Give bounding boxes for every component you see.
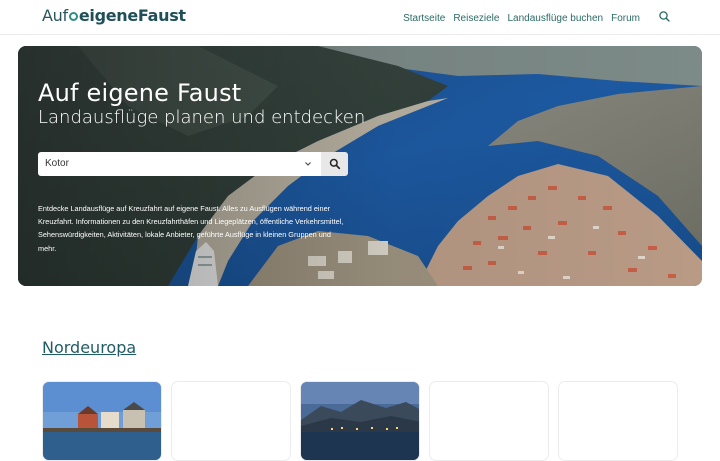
card-image bbox=[43, 382, 161, 460]
main-nav: Startseite Reiseziele Landausflüge buche… bbox=[403, 11, 672, 25]
destination-search-button[interactable] bbox=[321, 152, 348, 176]
hero-banner: Auf eigene Faust Landausflüge planen und… bbox=[18, 46, 702, 286]
logo-main: eigeneFaust bbox=[78, 6, 186, 25]
nav-forum[interactable]: Forum bbox=[611, 13, 640, 24]
destination-card[interactable] bbox=[300, 381, 420, 461]
site-header: Auf eigeneFaust Startseite Reiseziele La… bbox=[0, 0, 720, 35]
chevron-down-icon bbox=[305, 162, 311, 166]
logo-prefix: Auf bbox=[42, 6, 68, 25]
logo-mark-icon bbox=[68, 12, 78, 21]
destination-card[interactable] bbox=[558, 381, 678, 461]
hero-subtitle: Landausflüge planen und entdecken bbox=[38, 107, 366, 128]
card-image bbox=[301, 382, 419, 460]
destination-card[interactable] bbox=[42, 381, 162, 461]
nav-landausfluege-buchen[interactable]: Landausflüge buchen bbox=[507, 13, 603, 24]
site-logo[interactable]: Auf eigeneFaust bbox=[42, 6, 186, 25]
destination-cards bbox=[42, 381, 678, 461]
destination-card[interactable] bbox=[171, 381, 291, 461]
hero-title: Auf eigene Faust bbox=[38, 79, 242, 107]
destination-select-value: Kotor bbox=[45, 158, 69, 169]
section-title-nordeuropa[interactable]: Nordeuropa bbox=[42, 338, 136, 357]
nav-reiseziele[interactable]: Reiseziele bbox=[453, 13, 499, 24]
destination-card[interactable] bbox=[429, 381, 549, 461]
search-icon bbox=[329, 158, 341, 170]
search-icon[interactable] bbox=[658, 10, 672, 24]
destination-select[interactable]: Kotor bbox=[38, 152, 321, 176]
nav-startseite[interactable]: Startseite bbox=[403, 13, 445, 24]
hero-description: Entdecke Landausflüge auf Kreuzfahrt auf… bbox=[38, 204, 344, 253]
